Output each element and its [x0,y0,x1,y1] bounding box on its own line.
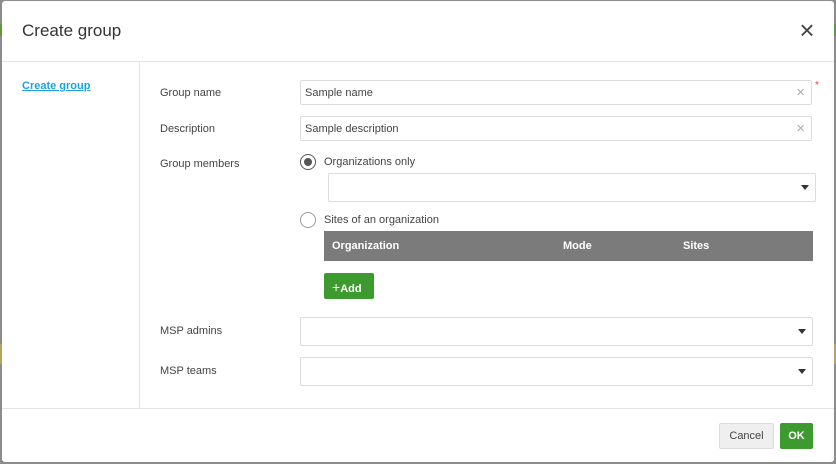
sites-of-organization-label: Sites of an organization [324,214,439,226]
group-name-value: Sample name [305,87,373,99]
msp-admins-label: MSP admins [160,325,223,337]
chevron-down-icon [798,369,806,374]
column-mode: Mode [563,240,592,252]
members-table-header: Organization Mode Sites [324,231,813,261]
add-button[interactable]: +Add [324,273,374,299]
sites-of-organization-radio[interactable] [300,212,316,228]
group-name-label: Group name [160,87,222,99]
required-mark: * [815,80,819,91]
dialog-sidebar: Create group [2,62,140,408]
organizations-select[interactable] [328,173,816,202]
group-members-label: Group members [160,158,240,170]
sidebar-item-create-group[interactable]: Create group [22,80,90,92]
column-sites: Sites [683,240,710,252]
organizations-only-radio[interactable] [300,154,316,170]
dialog-title: Create group [22,21,122,40]
description-label: Description [160,123,216,135]
dialog-header: Create group × [2,1,834,62]
ok-button[interactable]: OK [780,423,813,449]
msp-teams-label: MSP teams [160,365,217,377]
msp-admins-select[interactable] [300,317,813,346]
dialog-footer: Cancel OK [2,408,834,462]
organizations-only-label: Organizations only [324,156,416,168]
column-organization: Organization [332,240,400,252]
chevron-down-icon [801,185,809,190]
add-button-label: Add [340,283,362,295]
description-input[interactable]: Sample description × [300,116,812,141]
cancel-button[interactable]: Cancel [719,423,774,449]
clear-icon[interactable]: × [796,84,805,101]
plus-icon: + [332,279,341,295]
description-value: Sample description [305,123,399,135]
create-group-dialog: Create group × Create group Group name S… [2,1,834,462]
close-icon[interactable]: × [794,17,820,43]
group-name-input[interactable]: Sample name × [300,80,812,105]
msp-teams-select[interactable] [300,357,813,386]
clear-icon[interactable]: × [796,120,805,137]
chevron-down-icon [798,329,806,334]
